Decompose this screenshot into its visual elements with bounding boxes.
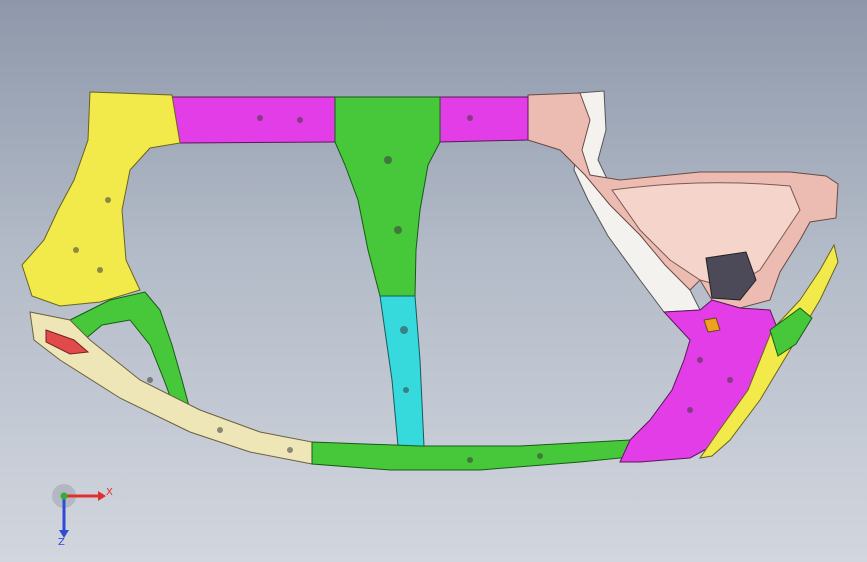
y-axis-dot xyxy=(60,492,68,500)
b-pillar-green[interactable] xyxy=(334,96,441,297)
coordinate-triad: X Y Z xyxy=(52,484,113,548)
b-pillar-lower-cyan[interactable] xyxy=(379,295,425,447)
cad-viewport[interactable]: X Y Z xyxy=(0,0,867,562)
z-axis-label: Z xyxy=(58,537,65,548)
a-pillar-yellow[interactable] xyxy=(21,91,181,307)
x-axis-label: X xyxy=(106,487,113,498)
x-arrowhead xyxy=(98,491,106,501)
rocker-sill-green[interactable] xyxy=(311,439,641,471)
body-side-assembly-model[interactable] xyxy=(0,0,867,562)
